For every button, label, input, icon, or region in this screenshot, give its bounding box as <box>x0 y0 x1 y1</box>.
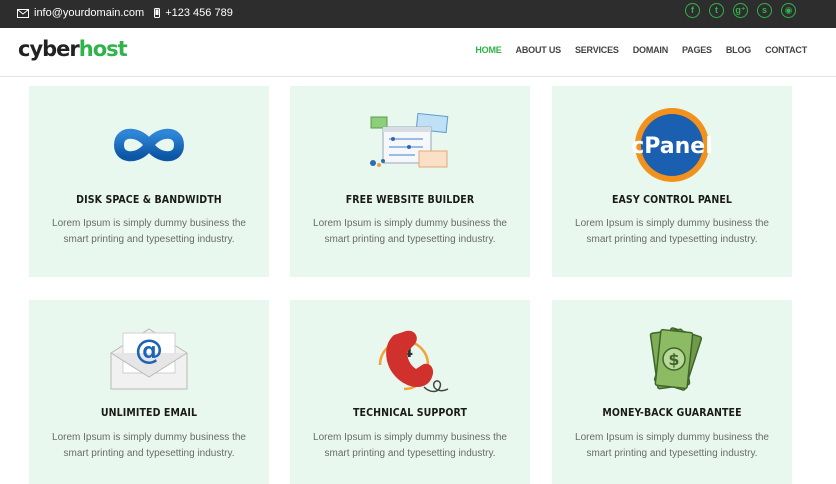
nav-pages[interactable]: PAGES <box>682 45 712 55</box>
infinity-icon <box>29 104 269 186</box>
feature-title: EASY CONTROL PANEL <box>611 194 733 206</box>
feature-title: DISK SPACE & BANDWIDTH <box>76 194 222 206</box>
main-nav: HOME ABOUT US SERVICES DOMAIN PAGES BLOG… <box>461 45 807 55</box>
feature-card-technical-support: 24 TECHNICAL SUPPORT Lorem Ipsum is simp… <box>290 300 530 484</box>
feature-card-website-builder: FREE WEBSITE BUILDER Lorem Ipsum is simp… <box>290 86 530 277</box>
feature-card-money-back: $ MONEY-BACK GUARANTEE Lorem Ipsum is si… <box>552 300 792 484</box>
skype-icon[interactable]: s <box>757 3 772 18</box>
site-logo[interactable]: cyberhost <box>18 37 128 61</box>
feature-desc: Lorem Ipsum is simply dummy business the… <box>313 432 507 459</box>
top-bar: info@yourdomain.com +123 456 789 f t g⁺ … <box>0 0 836 28</box>
google-plus-icon[interactable]: g⁺ <box>733 3 748 18</box>
feature-title: TECHNICAL SUPPORT <box>353 407 467 419</box>
phone-contact[interactable]: +123 456 789 <box>154 7 233 19</box>
feature-title: MONEY-BACK GUARANTEE <box>602 407 742 419</box>
cpanel-logo-text: cPanel <box>631 134 713 159</box>
feature-desc: Lorem Ipsum is simply dummy business the… <box>52 432 246 459</box>
email-envelope-icon: @ <box>29 318 269 400</box>
feature-desc: Lorem Ipsum is simply dummy business the… <box>52 218 246 245</box>
nav-contact[interactable]: CONTACT <box>765 45 807 55</box>
at-sign: @ <box>135 333 163 366</box>
social-links: f t g⁺ s ◉ <box>676 3 796 18</box>
nav-about-us[interactable]: ABOUT US <box>516 45 562 55</box>
dollar-sign: $ <box>668 350 679 369</box>
feature-desc: Lorem Ipsum is simply dummy business the… <box>575 218 769 245</box>
feature-card-control-panel: cPanel EASY CONTROL PANEL Lorem Ipsum is… <box>552 86 792 277</box>
email-contact[interactable]: info@yourdomain.com <box>17 7 144 19</box>
rss-icon[interactable]: ◉ <box>781 3 796 18</box>
mobile-phone-icon <box>154 8 161 18</box>
logo-host: host <box>78 37 128 61</box>
feature-title: FREE WEBSITE BUILDER <box>345 194 475 206</box>
facebook-icon[interactable]: f <box>685 3 700 18</box>
logo-cyber: cyber <box>18 37 80 61</box>
feature-desc: Lorem Ipsum is simply dummy business the… <box>575 432 769 459</box>
money-cash-icon: $ <box>552 318 792 400</box>
nav-blog[interactable]: BLOG <box>726 45 751 55</box>
twitter-icon[interactable]: t <box>709 3 724 18</box>
nav-services[interactable]: SERVICES <box>575 45 619 55</box>
site-header: cyberhost HOME ABOUT US SERVICES DOMAIN … <box>0 28 836 77</box>
website-builder-icon <box>290 104 530 186</box>
feature-card-disk-space: DISK SPACE & BANDWIDTH Lorem Ipsum is si… <box>29 86 269 277</box>
nav-home[interactable]: HOME <box>475 45 501 55</box>
feature-card-email: @ UNLIMITED EMAIL Lorem Ipsum is simply … <box>29 300 269 484</box>
email-text[interactable]: info@yourdomain.com <box>34 7 144 19</box>
phone-text[interactable]: +123 456 789 <box>165 7 233 19</box>
contact-info: info@yourdomain.com +123 456 789 <box>17 7 243 19</box>
feature-title: UNLIMITED EMAIL <box>100 407 198 419</box>
envelope-icon <box>17 8 29 18</box>
support-phone-24-icon: 24 <box>290 318 530 400</box>
feature-desc: Lorem Ipsum is simply dummy business the… <box>313 218 507 245</box>
cpanel-logo-icon: cPanel <box>552 104 792 186</box>
nav-domain[interactable]: DOMAIN <box>633 45 668 55</box>
